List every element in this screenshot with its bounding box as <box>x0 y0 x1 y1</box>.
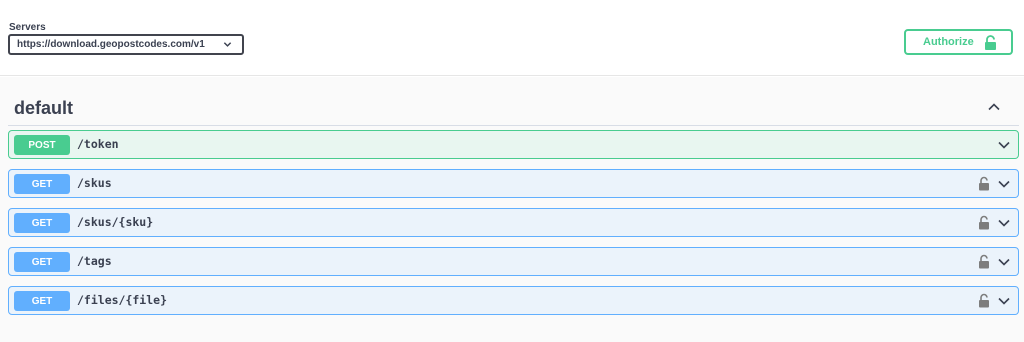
chevron-down-icon <box>223 42 232 47</box>
tag-title: default <box>14 98 74 118</box>
operation-path: /skus/{sku} <box>77 215 154 229</box>
operation-get-file[interactable]: GET /files/{file} <box>8 286 1019 315</box>
authorize-label: Authorize <box>923 36 974 48</box>
method-badge: GET <box>14 174 70 194</box>
operation-path: /files/{file} <box>77 293 168 307</box>
chevron-down-icon[interactable] <box>997 294 1011 308</box>
method-badge: GET <box>14 252 70 272</box>
method-badge: GET <box>14 213 70 233</box>
server-select-value: https://download.geopostcodes.com/v1 <box>17 39 205 50</box>
servers-label: Servers <box>9 22 46 33</box>
chevron-down-icon[interactable] <box>997 255 1011 269</box>
operation-get-sku[interactable]: GET /skus/{sku} <box>8 208 1019 237</box>
chevron-up-icon[interactable] <box>987 100 1001 114</box>
top-bar: Servers https://download.geopostcodes.co… <box>0 0 1024 76</box>
tag-section: default POST /token GET /skus GET /skus/… <box>0 77 1024 342</box>
operation-get-tags[interactable]: GET /tags <box>8 247 1019 276</box>
tag-header[interactable]: default <box>8 91 1019 126</box>
operation-path: /tags <box>77 254 112 268</box>
operation-get-skus[interactable]: GET /skus <box>8 169 1019 198</box>
chevron-down-icon[interactable] <box>997 138 1011 152</box>
method-badge: GET <box>14 291 70 311</box>
operation-post-token[interactable]: POST /token <box>8 130 1019 159</box>
chevron-down-icon[interactable] <box>997 216 1011 230</box>
unlock-icon[interactable] <box>978 293 990 308</box>
operation-path: /skus <box>77 176 112 190</box>
unlock-icon[interactable] <box>978 176 990 191</box>
unlock-icon[interactable] <box>978 254 990 269</box>
unlock-icon[interactable] <box>978 215 990 230</box>
server-select[interactable]: https://download.geopostcodes.com/v1 <box>8 34 244 55</box>
unlock-icon <box>985 35 996 50</box>
method-badge: POST <box>14 135 70 155</box>
chevron-down-icon[interactable] <box>997 177 1011 191</box>
authorize-button[interactable]: Authorize <box>904 29 1013 55</box>
operation-path: /token <box>77 137 119 151</box>
